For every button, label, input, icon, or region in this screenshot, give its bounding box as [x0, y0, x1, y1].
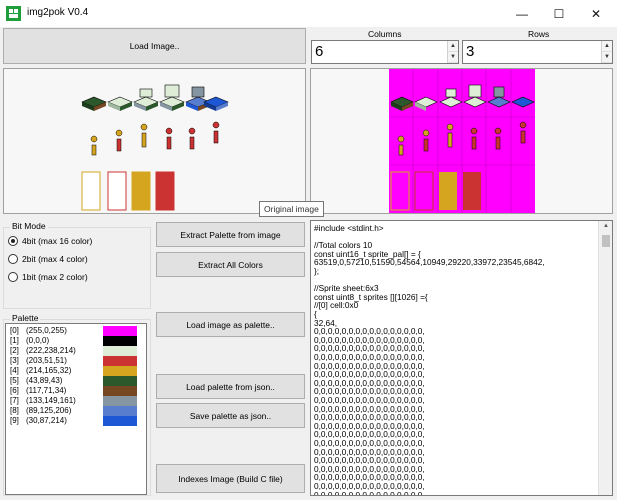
- palette-index: [0]: [10, 326, 19, 335]
- code-line: };: [314, 266, 320, 276]
- color-swatch: [103, 396, 137, 406]
- palette-index: [3]: [10, 356, 19, 365]
- chevron-down-icon[interactable]: ▼: [448, 52, 458, 63]
- maximize-button[interactable]: ☐: [545, 0, 573, 27]
- save-palette-json-button[interactable]: Save palette as json..: [156, 403, 305, 428]
- palette-rgb: (255,0,255): [26, 326, 67, 335]
- radio-2bit-label: 2bit (max 4 color): [22, 254, 88, 264]
- palette-rgb: (214,165,32): [26, 366, 72, 375]
- list-item[interactable]: [8] (89,125,206): [6, 406, 146, 416]
- color-swatch: [103, 336, 137, 346]
- columns-value: 6: [315, 43, 324, 60]
- palette-index: [1]: [10, 336, 19, 345]
- palette-rgb: (203,51,51): [26, 356, 67, 365]
- color-swatch: [103, 366, 137, 376]
- extract-palette-button[interactable]: Extract Palette from image: [156, 222, 305, 247]
- code-line: 63519,0,57210,51590,54564,10949,29220,33…: [314, 257, 545, 268]
- palette-index: [7]: [10, 396, 19, 405]
- palette-list[interactable]: [0] (255,0,255) [1] (0,0,0) [2] (222,238,21…: [5, 323, 147, 495]
- list-item[interactable]: [3] (203,51,51): [6, 356, 146, 366]
- load-image-button[interactable]: Load Image..: [3, 28, 306, 64]
- scroll-up-icon[interactable]: ▲: [601, 223, 611, 231]
- preview-grid: [389, 69, 535, 213]
- scroll-thumb[interactable]: [602, 235, 610, 247]
- load-palette-json-button[interactable]: Load palette from json..: [156, 374, 305, 399]
- radio-2bit[interactable]: 2bit (max 4 color): [8, 254, 88, 264]
- original-image-panel: [3, 68, 306, 214]
- radio-4bit[interactable]: 4bit (max 16 color): [8, 236, 92, 246]
- palette-index: [4]: [10, 366, 19, 375]
- palette-index: [2]: [10, 346, 19, 355]
- code-line: //[0] cell:0x0: [314, 300, 359, 311]
- color-swatch: [103, 346, 137, 356]
- code-line: #include <stdint.h>: [314, 223, 384, 233]
- palette-rgb: (43,89,43): [26, 376, 63, 385]
- columns-label: Columns: [368, 29, 402, 39]
- scrollbar[interactable]: ▲: [598, 221, 612, 495]
- color-swatch: [103, 326, 137, 336]
- color-swatch: [103, 416, 137, 426]
- radio-icon: [8, 272, 18, 282]
- sprite-sheet-image: [81, 84, 229, 211]
- columns-stepper[interactable]: 6 ▲ ▼: [311, 40, 459, 64]
- palette-index: [6]: [10, 386, 19, 395]
- list-item[interactable]: [4] (214,165,32): [6, 366, 146, 376]
- list-item[interactable]: [0] (255,0,255): [6, 326, 146, 336]
- list-item[interactable]: [7] (133,149,161): [6, 396, 146, 406]
- palette-rgb: (0,0,0): [26, 336, 50, 345]
- radio-1bit[interactable]: 1bit (max 2 color): [8, 272, 88, 282]
- radio-4bit-label: 4bit (max 16 color): [22, 236, 93, 246]
- indexes-image-button[interactable]: Indexes Image (Build C file): [156, 464, 305, 493]
- palette-title: Palette: [10, 313, 41, 323]
- palette-rgb: (89,125,206): [26, 406, 72, 415]
- radio-1bit-label: 1bit (max 2 color): [22, 272, 88, 282]
- minimize-button[interactable]: —: [508, 0, 536, 27]
- tooltip: Original image: [259, 201, 324, 217]
- palette-rgb: (30,87,214): [26, 416, 67, 425]
- app-icon: [6, 6, 21, 21]
- palette-rgb: (222,238,214): [26, 346, 76, 355]
- rows-stepper[interactable]: 3 ▲ ▼: [462, 40, 613, 64]
- bitmode-title: Bit Mode: [10, 221, 48, 231]
- radio-icon: [8, 254, 18, 264]
- color-swatch: [103, 406, 137, 416]
- code-output[interactable]: #include <stdint.h>//Total colors 10 cons…: [310, 220, 613, 496]
- window-title: img2pok V0.4: [27, 7, 89, 18]
- load-image-as-palette-button[interactable]: Load image as palette..: [156, 312, 305, 337]
- palette-index: [5]: [10, 376, 19, 385]
- list-item[interactable]: [6] (117,71,34): [6, 386, 146, 396]
- palette-index: [9]: [10, 416, 19, 425]
- palette-index: [8]: [10, 406, 19, 415]
- palette-rgb: (133,149,161): [26, 396, 76, 405]
- extract-all-colors-button[interactable]: Extract All Colors: [156, 252, 305, 277]
- list-item[interactable]: [9] (30,87,214): [6, 416, 146, 426]
- code-line: 0,0,0,0,0,0,0,0,0,0,0,0,0,0,0,0,: [314, 489, 425, 496]
- chevron-down-icon[interactable]: ▼: [602, 52, 612, 63]
- radio-selected-icon: [8, 236, 18, 246]
- palette-rgb: (117,71,34): [26, 386, 67, 395]
- rows-spin-arrows[interactable]: ▲ ▼: [601, 41, 612, 63]
- list-item[interactable]: [5] (43,89,43): [6, 376, 146, 386]
- rows-value: 3: [466, 43, 475, 60]
- color-swatch: [103, 356, 137, 366]
- rows-label: Rows: [528, 29, 550, 39]
- columns-spin-arrows[interactable]: ▲ ▼: [447, 41, 458, 63]
- list-item[interactable]: [1] (0,0,0): [6, 336, 146, 346]
- color-swatch: [103, 386, 137, 396]
- color-swatch: [103, 376, 137, 386]
- list-item[interactable]: [2] (222,238,214): [6, 346, 146, 356]
- close-button[interactable]: ✕: [582, 0, 610, 27]
- preview-image-panel: [310, 68, 613, 214]
